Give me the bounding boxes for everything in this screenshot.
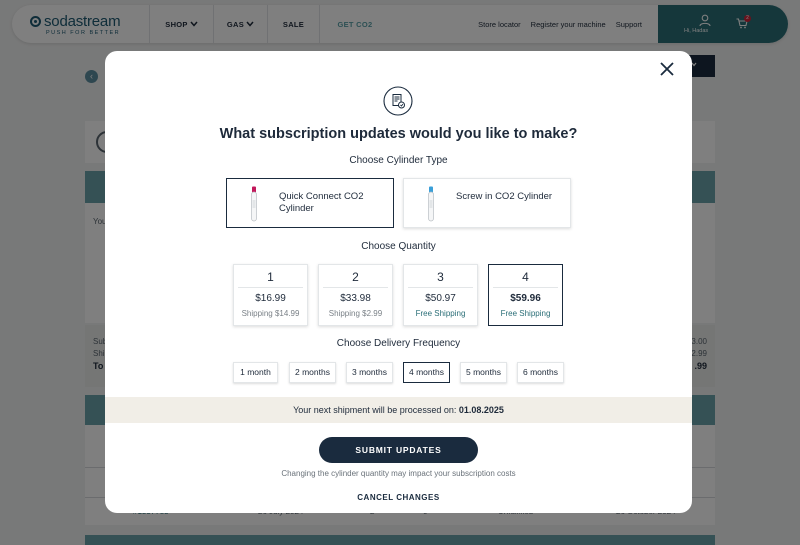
screw-in-cylinder-icon: [428, 186, 434, 222]
quantity-option-1[interactable]: 1 $16.99 Shipping $14.99: [233, 264, 308, 326]
frequency-option-6-months[interactable]: 6 months: [517, 362, 564, 383]
quantity-shipping: Shipping $2.99: [328, 309, 383, 318]
frequency-option-2-months[interactable]: 2 months: [289, 362, 336, 383]
quantity-shipping: Shipping $14.99: [241, 309, 300, 318]
frequency-option-1-month[interactable]: 1 month: [233, 362, 278, 383]
quick-connect-cylinder-icon: [251, 186, 257, 222]
frequency-option-5-months[interactable]: 5 months: [460, 362, 507, 383]
quantity-price: $59.96: [510, 293, 541, 304]
next-shipment-date: 01.08.2025: [458, 405, 504, 415]
divider: [238, 287, 303, 288]
quantity-shipping: Free Shipping: [500, 309, 551, 318]
quantity-option-2[interactable]: 2 $33.98 Shipping $2.99: [318, 264, 393, 326]
quantity-number: 4: [522, 270, 529, 284]
quantity-number: 3: [437, 270, 444, 284]
frequency-option-3-months[interactable]: 3 months: [346, 362, 393, 383]
quantity-price: $50.97: [425, 293, 456, 304]
divider: [408, 287, 473, 288]
cylinder-option-screw-in[interactable]: Screw in CO2 Cylinder: [403, 178, 571, 228]
quantity-option-4[interactable]: 4 $59.96 Free Shipping: [488, 264, 563, 326]
quantity-price: $33.98: [340, 293, 371, 304]
subscription-update-modal: What subscription updates would you like…: [105, 51, 692, 513]
modal-title: What subscription updates would you like…: [219, 126, 578, 142]
divider: [493, 287, 558, 288]
submit-updates-button[interactable]: SUBMIT UPDATES: [319, 437, 478, 463]
cylinder-option-quick-connect[interactable]: Quick Connect CO2 Cylinder: [226, 178, 394, 228]
quantity-number: 2: [352, 270, 359, 284]
cylinder-type-label: Choose Cylinder Type: [349, 155, 448, 166]
quantity-option-3[interactable]: 3 $50.97 Free Shipping: [403, 264, 478, 326]
quantity-price: $16.99: [255, 293, 286, 304]
quantity-impact-note: Changing the cylinder quantity may impac…: [281, 469, 516, 478]
document-refresh-icon: [383, 86, 413, 116]
next-shipment-banner: Your next shipment will be processed on:…: [105, 397, 692, 423]
cylinder-name: Quick Connect CO2 Cylinder: [279, 191, 364, 214]
frequency-option-4-months[interactable]: 4 months: [403, 362, 450, 383]
quantity-shipping: Free Shipping: [415, 309, 466, 318]
quantity-number: 1: [267, 270, 274, 284]
divider: [323, 287, 388, 288]
delivery-frequency-label: Choose Delivery Frequency: [336, 338, 461, 349]
quantity-label: Choose Quantity: [361, 241, 436, 252]
next-shipment-text: Your next shipment will be processed on:: [293, 405, 457, 415]
cancel-changes-link[interactable]: CANCEL CHANGES: [105, 493, 692, 502]
close-icon[interactable]: [658, 60, 676, 78]
cylinder-name: Screw in CO2 Cylinder: [456, 191, 553, 202]
